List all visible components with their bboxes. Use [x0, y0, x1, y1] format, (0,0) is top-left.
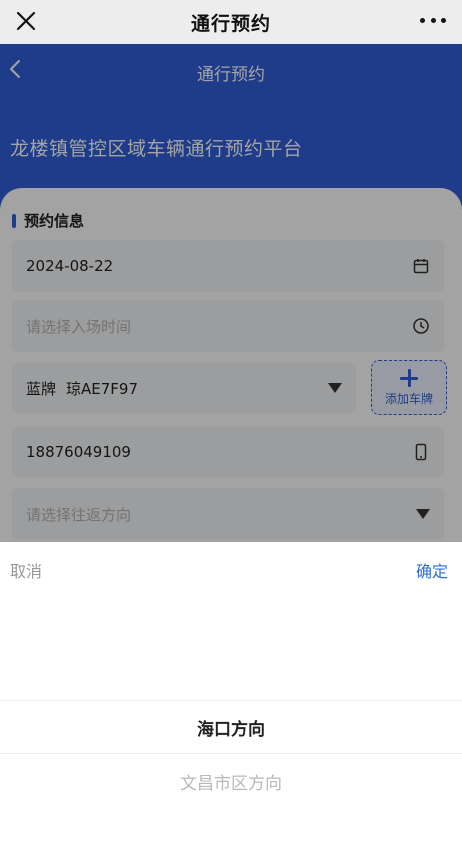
picker-cancel-button[interactable]: 取消: [10, 558, 42, 582]
direction-picker: 取消 确定 海口方向 文昌市区方向: [0, 542, 462, 864]
picker-confirm-button[interactable]: 确定: [416, 558, 448, 582]
picker-toolbar: 取消 确定: [0, 542, 462, 594]
wechat-title-bar: 通行预约: [0, 0, 462, 44]
picker-option-haikou[interactable]: 海口方向: [0, 715, 462, 740]
picker-selection-line-top: [0, 700, 462, 701]
more-options-icon[interactable]: [420, 10, 446, 30]
close-icon[interactable]: [14, 9, 38, 33]
wechat-page-title: 通行预约: [190, 12, 271, 35]
picker-option-wenchang[interactable]: 文昌市区方向: [0, 769, 462, 794]
picker-selection-line-bottom: [0, 753, 462, 754]
